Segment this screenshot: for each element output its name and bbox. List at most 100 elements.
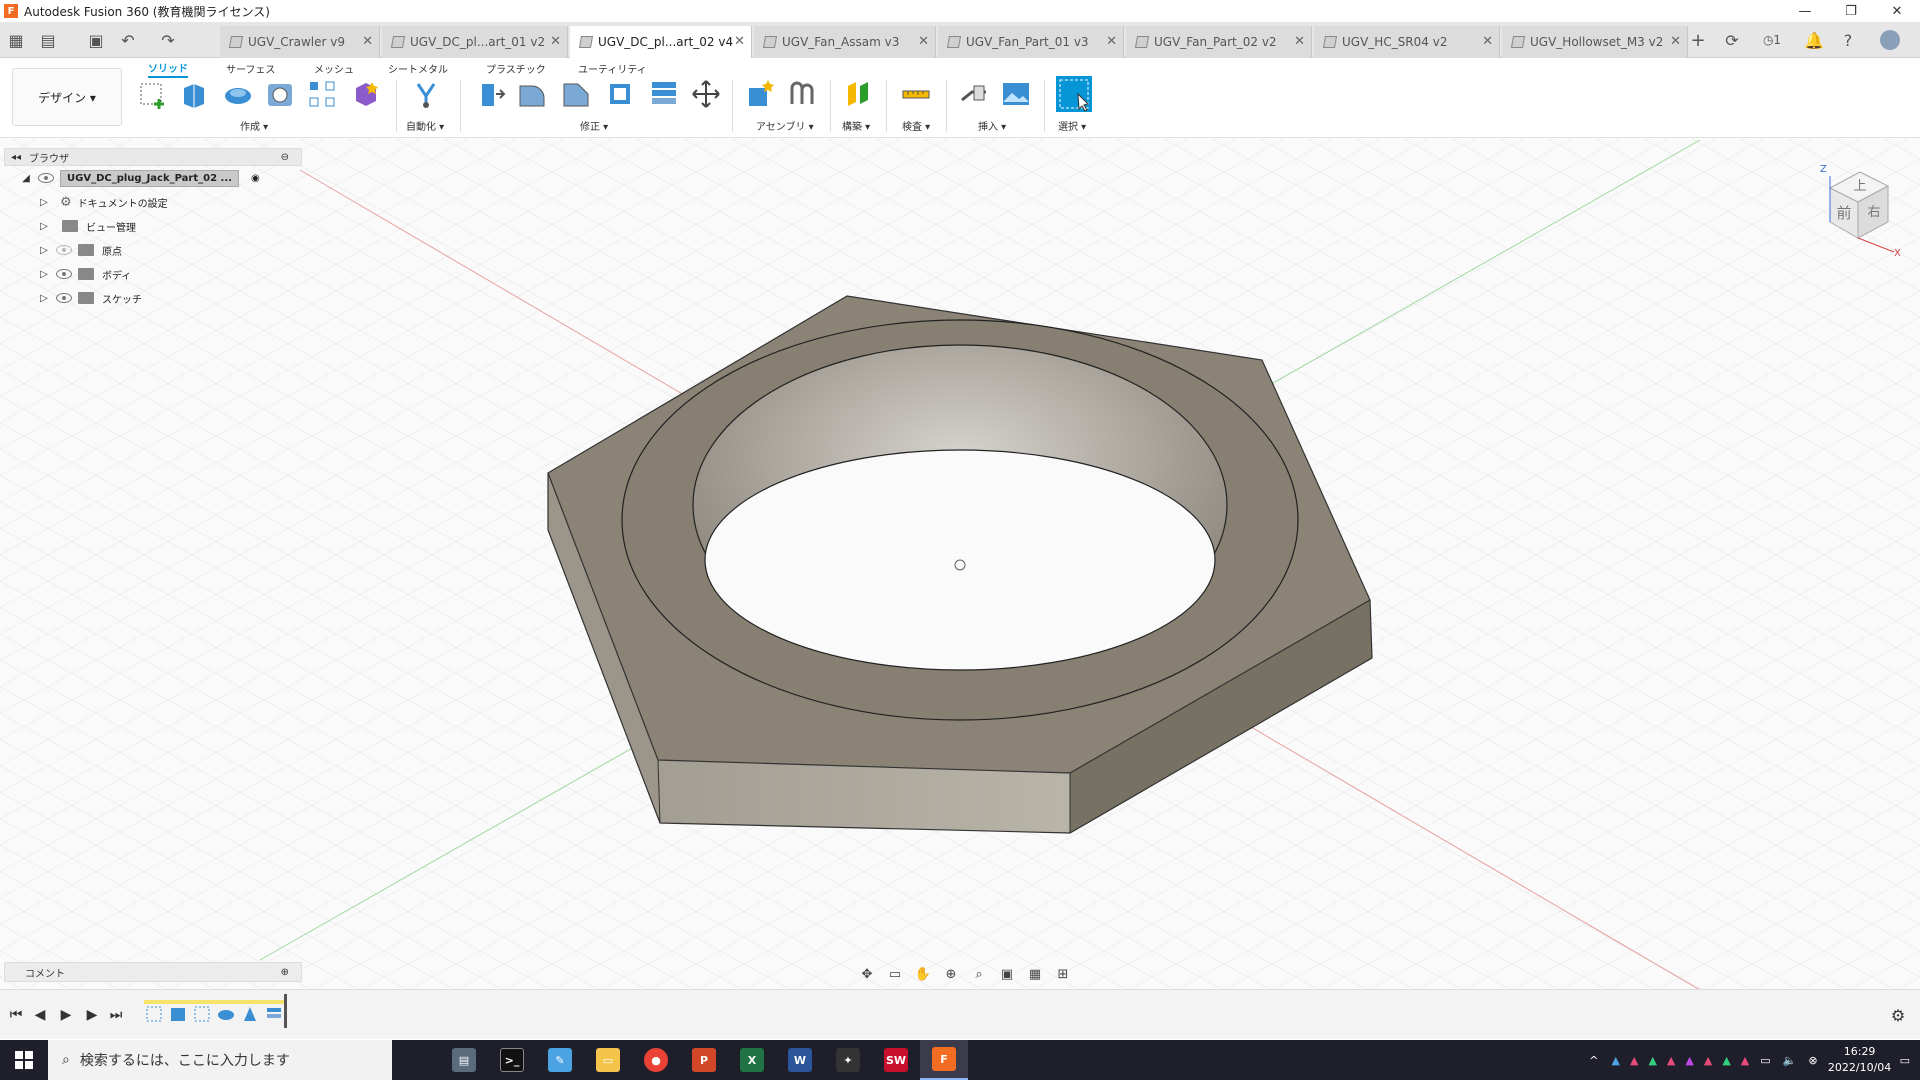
- move-icon[interactable]: [690, 78, 722, 110]
- add-comment-icon[interactable]: ⊕: [281, 967, 289, 978]
- tab-plastic[interactable]: プラスチック: [486, 58, 546, 78]
- taskbar-app-excel[interactable]: X: [728, 1040, 776, 1080]
- look-at-icon[interactable]: ▭: [884, 965, 906, 983]
- tray-overflow-icon[interactable]: ^: [1589, 1054, 1598, 1067]
- tray-app-icon[interactable]: ▲: [1667, 1054, 1675, 1067]
- new-tab-icon[interactable]: +: [1686, 28, 1710, 52]
- taskbar-app-terminal[interactable]: >_: [488, 1040, 536, 1080]
- tab-solid[interactable]: ソリッド: [148, 58, 188, 78]
- timeline-marker[interactable]: [284, 994, 287, 1028]
- shell-icon[interactable]: [604, 78, 636, 110]
- tab-document[interactable]: UGV_Fan_Assam v3 ✕: [754, 26, 936, 58]
- revolve-icon[interactable]: [222, 78, 254, 110]
- tab-document-active[interactable]: UGV_DC_pl...art_02 v4 ✕: [570, 26, 752, 58]
- tray-app-icon[interactable]: ▲: [1612, 1054, 1620, 1067]
- insert-derive-icon[interactable]: [958, 78, 990, 110]
- visibility-eye-icon[interactable]: [56, 269, 72, 279]
- taskbar-app-file-explorer[interactable]: ▭: [584, 1040, 632, 1080]
- insert-canvas-icon[interactable]: [1000, 78, 1032, 110]
- sync-icon[interactable]: ⟳: [1720, 28, 1744, 52]
- construct-group-label[interactable]: 構築 ▾: [842, 118, 870, 133]
- job-status-icon[interactable]: ◷ 1: [1754, 28, 1790, 52]
- taskbar-app-solidworks[interactable]: SW: [872, 1040, 920, 1080]
- tray-app-icon[interactable]: ▲: [1704, 1054, 1712, 1067]
- help-icon[interactable]: ?: [1836, 28, 1860, 52]
- taskbar-app-game[interactable]: ✦: [824, 1040, 872, 1080]
- tab-sheetmetal[interactable]: シートメタル: [388, 58, 448, 78]
- comments-panel[interactable]: コメント ⊕: [4, 962, 302, 982]
- joint-icon[interactable]: [786, 78, 818, 110]
- tree-item[interactable]: ▷ ⚙ ドキュメントの設定: [4, 190, 302, 214]
- tab-document[interactable]: UGV_DC_pl...art_01 v2 ✕: [382, 26, 568, 58]
- inspect-group-label[interactable]: 検査 ▾: [902, 118, 930, 133]
- workspace-switcher[interactable]: デザイン ▾: [12, 68, 122, 126]
- volume-icon[interactable]: 🔈: [1783, 1054, 1797, 1067]
- visibility-eye-icon[interactable]: [56, 293, 72, 303]
- panel-minus-icon[interactable]: ⊖: [281, 152, 289, 163]
- taskbar-app-explorer-alt[interactable]: ▤: [440, 1040, 488, 1080]
- tray-app-icon[interactable]: ▲: [1630, 1054, 1638, 1067]
- tab-document[interactable]: UGV_Crawler v9 ✕: [220, 26, 380, 58]
- timeline-thread-icon[interactable]: [240, 1004, 260, 1024]
- timeline-sketch-icon[interactable]: [192, 1004, 212, 1024]
- timeline-combine-icon[interactable]: [264, 1004, 284, 1024]
- tab-mesh[interactable]: メッシュ: [314, 58, 354, 78]
- collapse-panel-icon[interactable]: ◂◂: [11, 152, 21, 163]
- tab-close-icon[interactable]: ✕: [1482, 34, 1493, 49]
- undo-icon[interactable]: ↶: [116, 28, 140, 52]
- tree-root[interactable]: ◢ UGV_DC_plug_Jack_Part_02 ... ◉: [4, 166, 302, 190]
- select-group-label[interactable]: 選択 ▾: [1058, 118, 1086, 133]
- tab-document[interactable]: UGV_Fan_Part_01 v3 ✕: [938, 26, 1124, 58]
- close-button[interactable]: ✕: [1874, 0, 1920, 22]
- notification-bell-icon[interactable]: 🔔: [1802, 28, 1826, 52]
- extrude-icon[interactable]: [178, 78, 210, 110]
- tab-close-icon[interactable]: ✕: [734, 34, 745, 49]
- create-group-label[interactable]: 作成 ▾: [240, 118, 268, 133]
- viewports-icon[interactable]: ⊞: [1052, 965, 1074, 983]
- tray-app-icon[interactable]: ▲: [1722, 1054, 1730, 1067]
- restore-button[interactable]: ❐: [1828, 0, 1874, 22]
- action-center-icon[interactable]: ▭: [1900, 1054, 1910, 1067]
- taskbar-clock[interactable]: 16:29 2022/10/04: [1824, 1044, 1896, 1076]
- file-menu-icon[interactable]: ▤: [36, 28, 60, 52]
- expand-icon[interactable]: ▷: [38, 196, 50, 208]
- root-component-name[interactable]: UGV_DC_plug_Jack_Part_02 ...: [60, 169, 239, 187]
- tab-document[interactable]: UGV_Fan_Part_02 v2 ✕: [1126, 26, 1312, 58]
- go-to-end-icon[interactable]: ⏭: [106, 1006, 126, 1024]
- combine-icon[interactable]: [648, 78, 680, 110]
- orbit-icon[interactable]: ✥: [856, 965, 878, 983]
- chamfer-icon[interactable]: [560, 78, 592, 110]
- taskbar-search[interactable]: ⌕ 検索するには、ここに入力します: [48, 1040, 392, 1080]
- timeline-revolve-icon[interactable]: [216, 1004, 236, 1024]
- taskbar-app-fusion360[interactable]: F: [920, 1040, 968, 1080]
- tray-app-icon[interactable]: ▲: [1685, 1054, 1693, 1067]
- ime-icon[interactable]: ⊗: [1808, 1054, 1817, 1067]
- display-settings-icon[interactable]: ▣: [996, 965, 1018, 983]
- timeline-settings-gear-icon[interactable]: ⚙: [1888, 1006, 1908, 1025]
- fillet-icon[interactable]: [516, 78, 548, 110]
- expand-icon[interactable]: ▷: [38, 220, 50, 232]
- tree-item[interactable]: ▷ 原点: [4, 238, 302, 262]
- windows-start-icon[interactable]: [0, 1040, 48, 1080]
- taskbar-app-notes[interactable]: ✎: [536, 1040, 584, 1080]
- modify-group-label[interactable]: 修正 ▾: [580, 118, 608, 133]
- tree-item[interactable]: ▷ ビュー管理: [4, 214, 302, 238]
- tab-utility[interactable]: ユーティリティ: [578, 58, 647, 78]
- expand-icon[interactable]: ▷: [38, 268, 50, 280]
- create-form-icon[interactable]: [350, 78, 382, 110]
- redo-icon[interactable]: ↷: [156, 28, 180, 52]
- visibility-eye-icon[interactable]: [56, 245, 72, 255]
- tab-document[interactable]: UGV_HC_SR04 v2 ✕: [1314, 26, 1500, 58]
- zoom-icon[interactable]: ⊕: [940, 965, 962, 983]
- step-back-icon[interactable]: ◀: [30, 1006, 50, 1024]
- user-avatar-icon[interactable]: [1878, 28, 1902, 52]
- network-icon[interactable]: ▭: [1760, 1054, 1770, 1067]
- construct-plane-icon[interactable]: [842, 78, 874, 110]
- tree-item[interactable]: ▷ スケッチ: [4, 286, 302, 310]
- tray-app-icon[interactable]: ▲: [1648, 1054, 1656, 1067]
- save-icon[interactable]: ▣: [84, 28, 108, 52]
- tray-app-icon[interactable]: ▲: [1741, 1054, 1749, 1067]
- timeline-extrude-icon[interactable]: [168, 1004, 188, 1024]
- create-sketch-icon[interactable]: [136, 78, 168, 110]
- visibility-eye-icon[interactable]: [38, 173, 54, 183]
